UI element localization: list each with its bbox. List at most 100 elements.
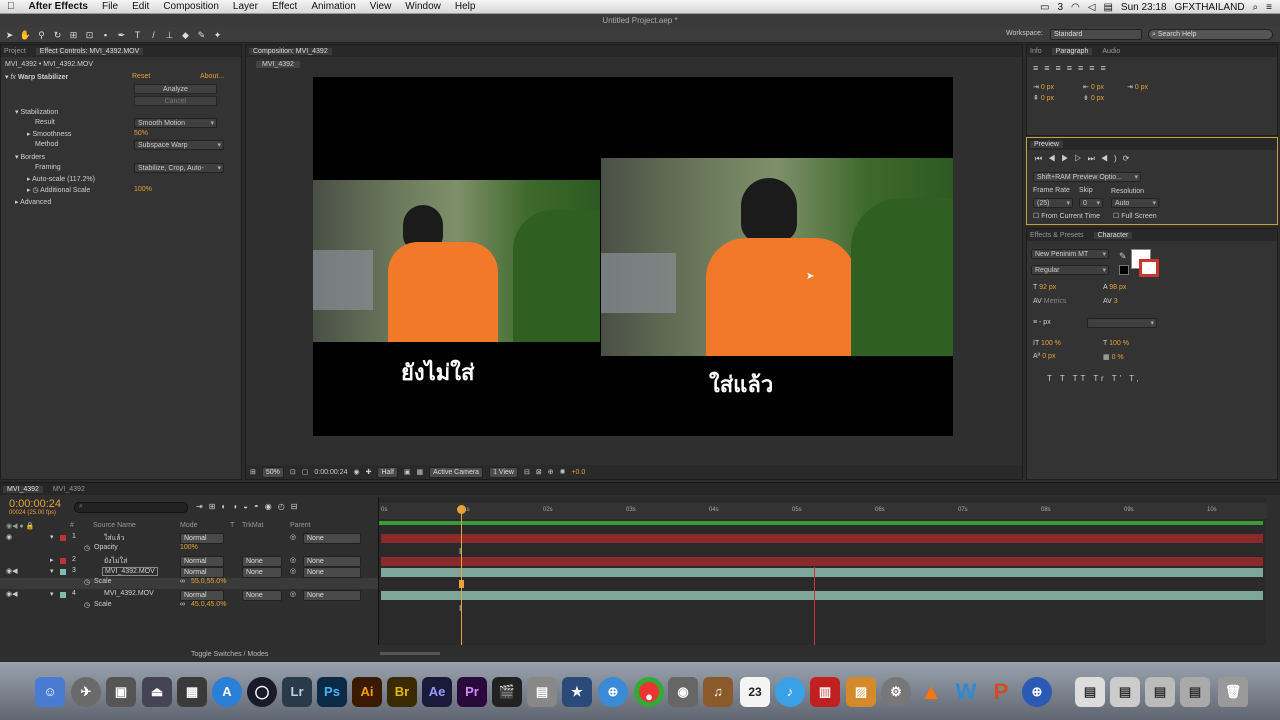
layer-mode-dropdown[interactable]: Normal bbox=[180, 556, 224, 567]
tab-composition[interactable]: Composition: MVI_4392 bbox=[249, 47, 332, 55]
col-parent[interactable]: Parent bbox=[290, 522, 311, 529]
analyze-button[interactable]: Analyze bbox=[134, 84, 217, 94]
selection-tool-icon[interactable]: ➤ bbox=[3, 29, 16, 41]
horizontal-scale[interactable]: T 100 % bbox=[1103, 340, 1129, 347]
kerning-value[interactable]: Metrics bbox=[1044, 298, 1067, 305]
font-size[interactable]: T 92 px bbox=[1033, 284, 1056, 291]
layer-row-2[interactable]: ▸ 2 ยังไม่ใส่ Normal None ◎ None bbox=[0, 556, 378, 567]
text-style-buttons[interactable]: T T TT Tr T' T, bbox=[1047, 374, 1141, 383]
result-dropdown[interactable]: Smooth Motion bbox=[134, 118, 217, 128]
trkmat-dropdown[interactable]: None bbox=[242, 567, 282, 578]
expand-triangle-icon[interactable]: ▾ bbox=[50, 567, 54, 575]
apple-icon[interactable]:  bbox=[0, 1, 22, 12]
layer-row-3[interactable]: ◉◀ ▾ 3 MVI_4392.MOV Normal None ◎ None bbox=[0, 567, 378, 578]
safari-icon[interactable]: ⊕ bbox=[598, 677, 628, 707]
property-value[interactable]: 45.0,45.0% bbox=[191, 601, 226, 608]
layer-name[interactable]: ยังไม่ใส่ bbox=[104, 556, 127, 567]
vlc-icon[interactable]: ▲ bbox=[916, 677, 946, 707]
indent-first[interactable]: ⇤ 0 px bbox=[1083, 83, 1104, 91]
zoom-dropdown[interactable]: 50% bbox=[261, 466, 284, 478]
baseline-shift[interactable]: Aª 0 px bbox=[1033, 353, 1055, 360]
timeline-timecode[interactable]: 0:00:00:24 bbox=[9, 498, 61, 510]
pen-tool-icon[interactable]: ✒ bbox=[115, 29, 128, 41]
superscript-button[interactable]: T' bbox=[1112, 374, 1124, 383]
rectangle-tool-icon[interactable]: ▪ bbox=[99, 29, 112, 41]
type-tool-icon[interactable]: T bbox=[131, 29, 144, 41]
col-mode[interactable]: Mode bbox=[180, 522, 198, 529]
transparency-grid-icon[interactable]: ▦ bbox=[417, 468, 424, 476]
facetime-icon[interactable]: ◉ bbox=[668, 677, 698, 707]
layer-mode-dropdown[interactable]: Normal bbox=[180, 590, 224, 601]
camera-tool-icon[interactable]: ⊞ bbox=[67, 29, 80, 41]
workspace-dropdown[interactable]: Standard bbox=[1050, 29, 1142, 40]
color-channel-icon[interactable]: ✚ bbox=[366, 468, 372, 476]
powerpoint-icon[interactable]: P bbox=[986, 677, 1016, 707]
menu-help[interactable]: Help bbox=[448, 1, 483, 12]
tab-paragraph[interactable]: Paragraph bbox=[1051, 47, 1093, 55]
calendar-icon[interactable]: 23 bbox=[740, 677, 770, 707]
imovie-star-icon[interactable]: ★ bbox=[562, 677, 592, 707]
leading-value[interactable]: 98 px bbox=[1109, 284, 1126, 291]
tab-project[interactable]: Project bbox=[4, 48, 26, 55]
font-size-value[interactable]: 92 px bbox=[1039, 284, 1056, 291]
layer-4-track[interactable] bbox=[381, 591, 1263, 600]
photo-app-icon[interactable]: ▥ bbox=[810, 677, 840, 707]
illustrator-icon[interactable]: Ai bbox=[352, 677, 382, 707]
layer-name[interactable]: MVI_4392.MOV bbox=[102, 567, 158, 576]
stopwatch-icon[interactable]: ◷ bbox=[84, 544, 90, 552]
expand-triangle-icon[interactable]: ▸ bbox=[50, 556, 54, 564]
menu-effect[interactable]: Effect bbox=[265, 1, 304, 12]
font-family-dropdown[interactable]: New Peninim MT bbox=[1031, 249, 1109, 259]
stopwatch-icon[interactable]: ◷ bbox=[84, 601, 90, 609]
preview-mode-dropdown[interactable]: Shift+RAM Preview Optio... bbox=[1033, 172, 1141, 182]
view-layout-dropdown[interactable]: 1 View bbox=[489, 466, 518, 478]
borders-group[interactable]: ▾ Borders bbox=[15, 153, 45, 161]
safe-margins-icon[interactable]: ⊡ bbox=[290, 468, 296, 476]
col-source-name[interactable]: Source Name bbox=[93, 522, 136, 529]
lightroom-icon[interactable]: Lr bbox=[282, 677, 312, 707]
menu-view[interactable]: View bbox=[363, 1, 399, 12]
space-before-value[interactable]: 0 px bbox=[1041, 95, 1054, 102]
frame-rate-dropdown[interactable]: (25) bbox=[1033, 198, 1073, 208]
region-of-interest-icon[interactable]: ▣ bbox=[404, 468, 411, 476]
spotlight-icon[interactable]: ⌕ bbox=[1253, 2, 1259, 13]
folder-stack-icon[interactable]: ▤ bbox=[1180, 677, 1210, 707]
stroke-type-dropdown[interactable] bbox=[1087, 318, 1157, 328]
advanced-group[interactable]: ▸ Advanced bbox=[15, 198, 51, 206]
notification-badge[interactable]: 3 bbox=[1057, 2, 1063, 13]
link-icon[interactable]: ∞ bbox=[180, 601, 185, 608]
menu-file[interactable]: File bbox=[95, 1, 125, 12]
mask-toggle-icon[interactable]: ▢ bbox=[302, 468, 309, 476]
rotate-tool-icon[interactable]: ↻ bbox=[51, 29, 64, 41]
label-color[interactable] bbox=[60, 569, 66, 575]
draft-3d-icon[interactable]: ⊠ bbox=[536, 468, 542, 476]
garageband-icon[interactable]: ♫ bbox=[703, 677, 733, 707]
comp-subtab[interactable]: MVI_4392 bbox=[256, 61, 300, 68]
layer-1-opacity[interactable]: ◷ Opacity 100% bbox=[0, 544, 378, 555]
indent-right-value[interactable]: 0 px bbox=[1135, 84, 1148, 91]
resolution-dropdown[interactable]: Half bbox=[377, 466, 398, 478]
space-after[interactable]: ⇟ 0 px bbox=[1083, 94, 1104, 102]
additional-scale-row[interactable]: ▸ ◷ Additional Scale bbox=[27, 186, 90, 194]
puppet-tool-icon[interactable]: ✦ bbox=[211, 29, 224, 41]
label-color[interactable] bbox=[60, 592, 66, 598]
visibility-icon[interactable]: ◉◀ bbox=[6, 567, 18, 575]
space-after-value[interactable]: 0 px bbox=[1091, 95, 1104, 102]
layer-search-input[interactable]: ⌕ bbox=[74, 502, 188, 513]
layer-row-1[interactable]: ◉ ▾ 1 ใส่แล้ว Normal ◎ None bbox=[0, 533, 378, 544]
wifi-icon[interactable]: ◠ bbox=[1071, 2, 1080, 13]
tab-timeline-active[interactable]: MVI_4392 bbox=[3, 485, 43, 493]
method-dropdown[interactable]: Subspace Warp bbox=[134, 140, 224, 150]
timeline-tracks[interactable]: 0s 01s 02s 03s 04s 05s 06s 07s 08s 09s 1… bbox=[378, 497, 1267, 645]
final-cut-icon[interactable]: 🎬 bbox=[492, 677, 522, 707]
tab-character[interactable]: Character bbox=[1093, 231, 1133, 239]
word-icon[interactable]: W bbox=[951, 677, 981, 707]
clone-stamp-tool-icon[interactable]: ⊥ bbox=[163, 29, 176, 41]
menu-composition[interactable]: Composition bbox=[156, 1, 226, 12]
roto-brush-tool-icon[interactable]: ✎ bbox=[195, 29, 208, 41]
layer-mode-dropdown[interactable]: Normal bbox=[180, 533, 224, 544]
toggle-pixel-icon[interactable]: ⊟ bbox=[524, 468, 530, 476]
after-effects-icon[interactable]: Ae bbox=[422, 677, 452, 707]
clock[interactable]: Sun 23:18 bbox=[1121, 2, 1167, 13]
horizontal-scale-value[interactable]: 100 % bbox=[1109, 340, 1129, 347]
